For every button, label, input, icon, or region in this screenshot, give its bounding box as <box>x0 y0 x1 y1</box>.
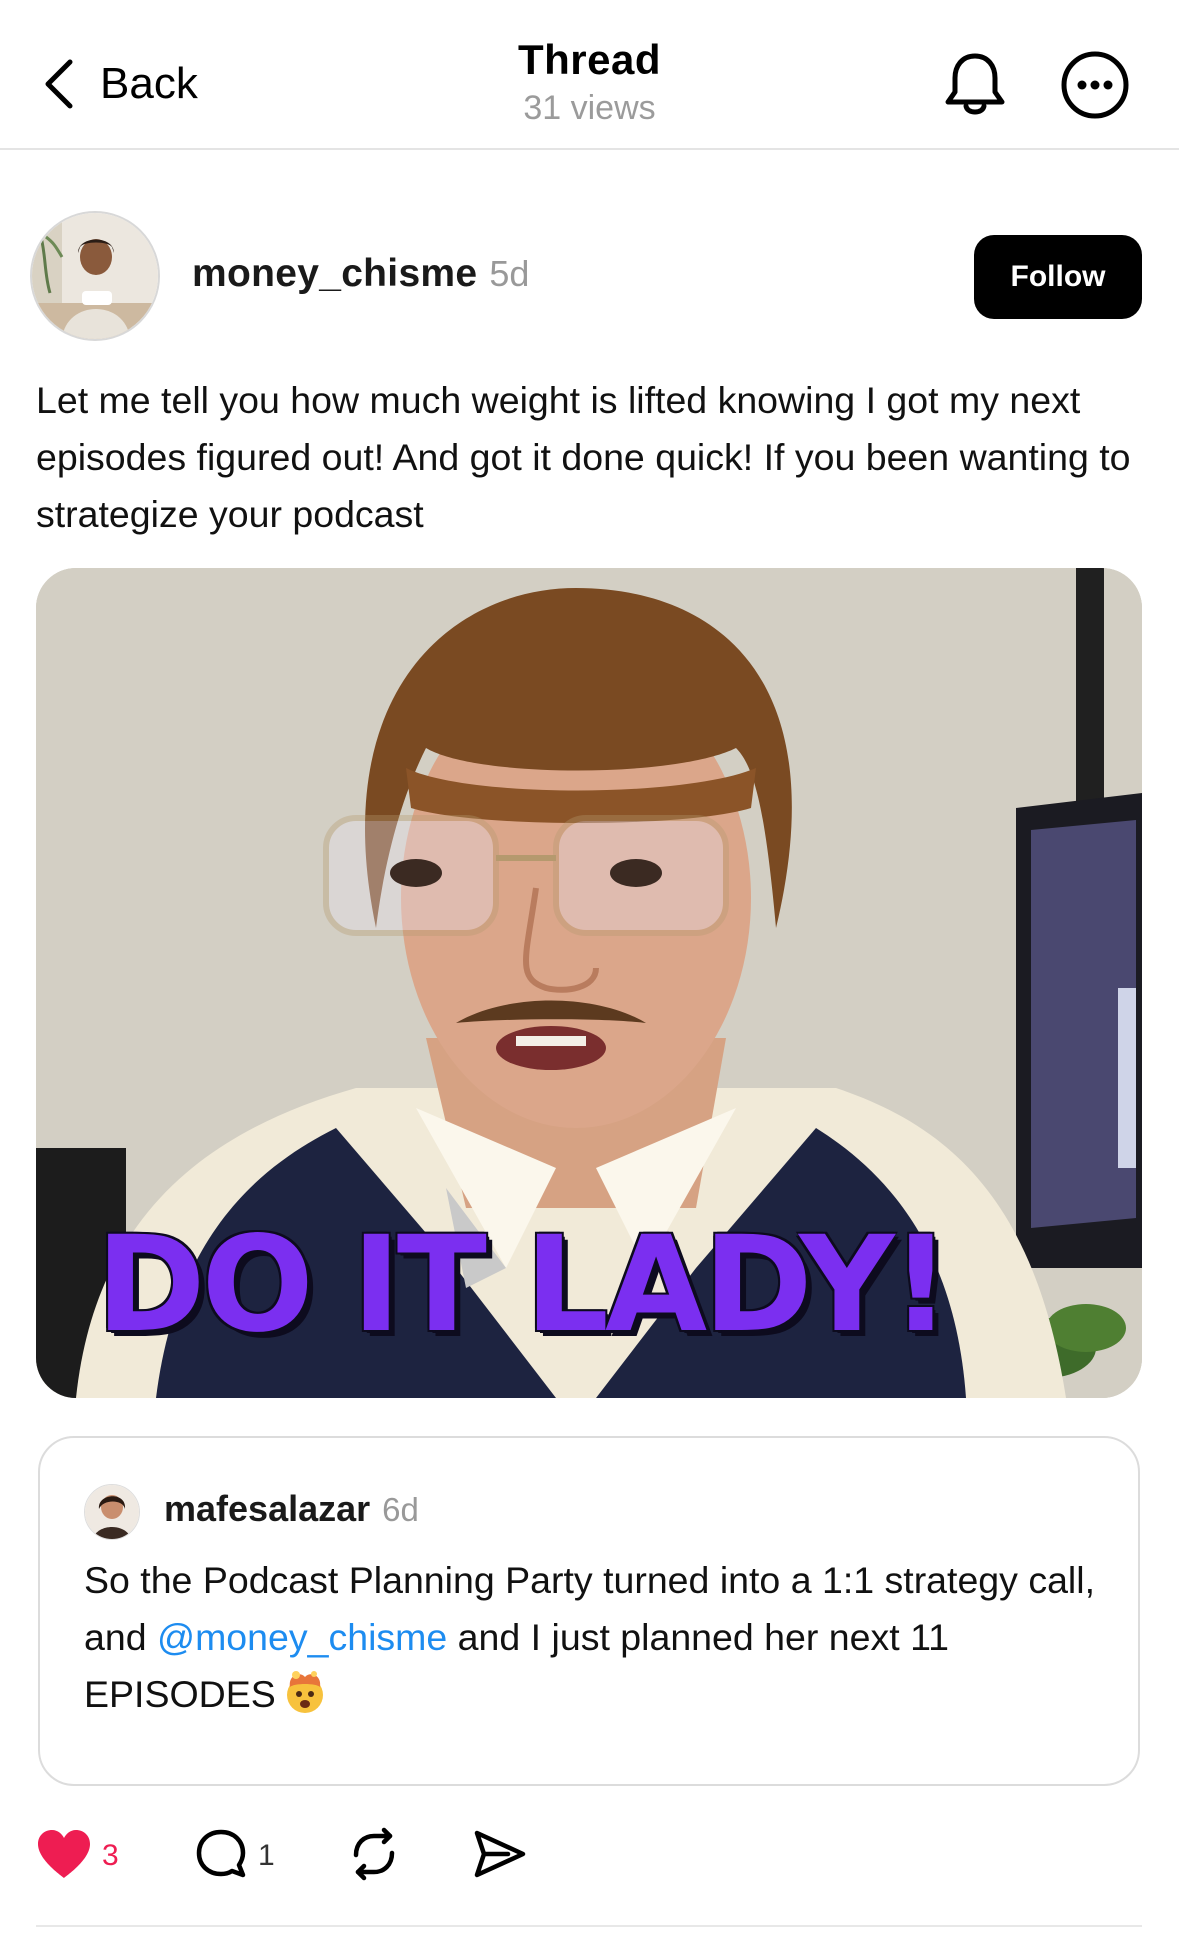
gif-caption: DO IT LADY! <box>96 1208 951 1362</box>
repost-icon <box>346 1827 402 1886</box>
quoted-username[interactable]: mafesalazar <box>164 1488 370 1530</box>
post-action-bar: 3 1 <box>36 1826 636 1886</box>
mention-link[interactable]: @money_chisme <box>157 1616 447 1658</box>
heart-filled-icon <box>36 1828 92 1885</box>
quoted-post-card[interactable]: mafesalazar 6d So the Podcast Planning P… <box>38 1436 1140 1786</box>
author-username[interactable]: money_chisme <box>192 252 477 296</box>
post-body: Let me tell you how much weight is lifte… <box>36 379 1131 535</box>
more-options-button[interactable] <box>1060 50 1130 120</box>
reply-button[interactable]: 1 <box>194 1826 275 1886</box>
share-button[interactable] <box>472 1826 528 1886</box>
send-icon <box>472 1827 528 1886</box>
post-timestamp: 5d <box>489 253 530 294</box>
notifications-button[interactable] <box>940 48 1010 120</box>
follow-button[interactable]: Follow <box>974 235 1142 319</box>
top-nav-bar: Back Thread 31 views <box>0 0 1179 149</box>
quoted-avatar[interactable] <box>84 1484 140 1540</box>
repost-button[interactable] <box>346 1826 402 1886</box>
exploding-head-emoji-icon <box>282 1669 328 1715</box>
quoted-author-line: mafesalazar 6d <box>164 1488 419 1530</box>
like-count: 3 <box>102 1839 119 1872</box>
header-divider <box>0 148 1179 150</box>
quoted-timestamp: 6d <box>382 1491 419 1528</box>
more-horizontal-icon <box>1060 51 1130 124</box>
quoted-body: So the Podcast Planning Party turned int… <box>84 1552 1104 1723</box>
avatar[interactable] <box>30 211 160 341</box>
bell-icon <box>940 53 1010 124</box>
like-button[interactable]: 3 <box>36 1826 119 1886</box>
comment-bubble-icon <box>194 1827 248 1886</box>
post-media-gif[interactable]: DO IT LADY! <box>36 568 1142 1398</box>
author-line: money_chisme 5d <box>192 252 529 302</box>
reply-count: 1 <box>258 1839 275 1872</box>
post-divider <box>36 1925 1142 1927</box>
